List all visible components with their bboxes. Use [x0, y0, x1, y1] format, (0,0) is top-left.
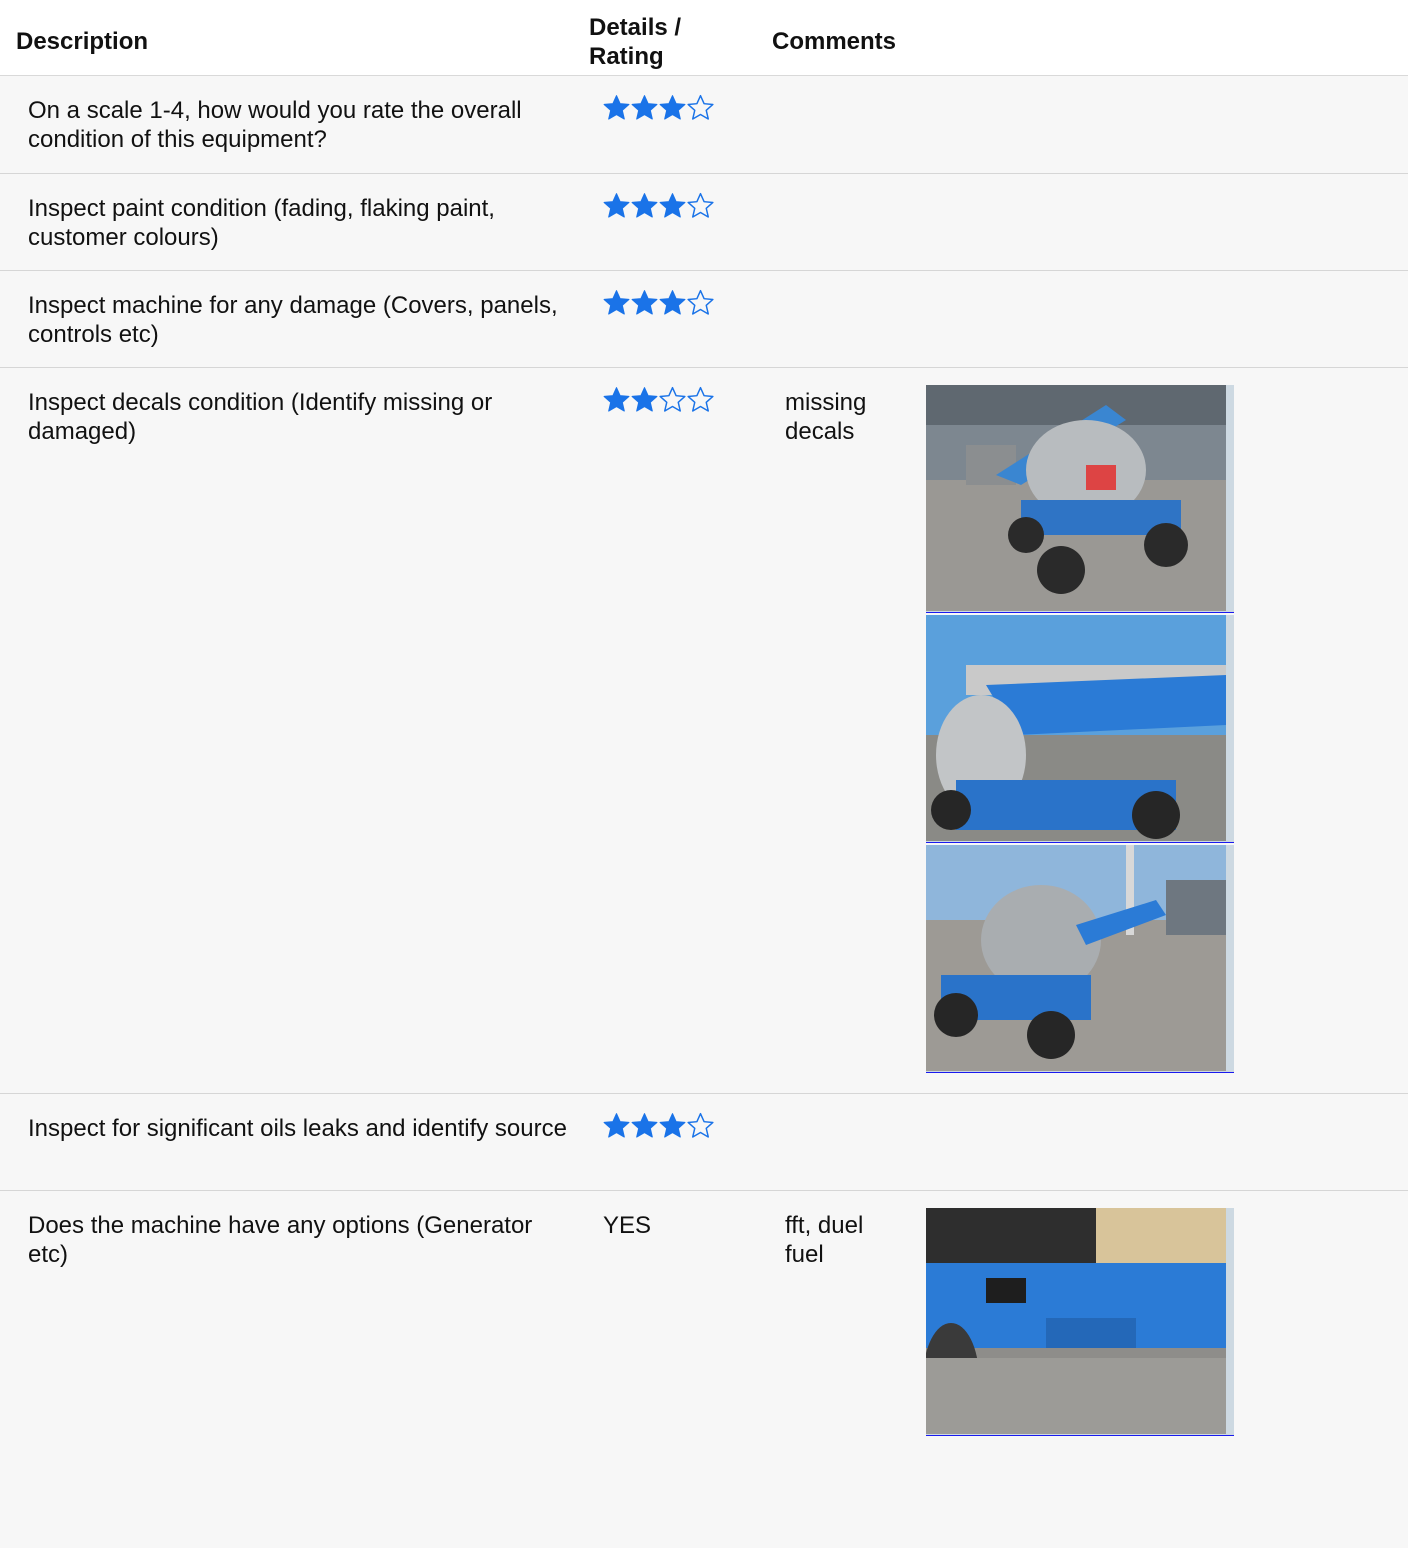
table-row: Does the machine have any options (Gener… — [0, 1191, 1408, 1548]
column-header-comments: Comments — [772, 28, 897, 55]
star-filled-icon — [659, 290, 686, 315]
photo-link[interactable] — [926, 845, 1234, 1073]
star-empty-icon — [659, 386, 686, 412]
row-description: Inspect for significant oils leaks and i… — [28, 1115, 567, 1142]
star-filled-icon — [603, 1113, 630, 1138]
star-empty-icon — [687, 192, 714, 218]
table-row: Inspect decals condition (Identify missi… — [0, 368, 1408, 1094]
star-filled-icon — [603, 95, 630, 120]
row-description: Does the machine have any options (Gener… — [28, 1212, 533, 1268]
star-rating — [603, 94, 714, 121]
star-filled-icon — [631, 1113, 658, 1138]
column-header-description: Description — [16, 28, 149, 55]
star-filled-icon — [659, 1113, 686, 1138]
star-rating — [603, 386, 714, 413]
row-value: YES — [603, 1212, 652, 1239]
table-row: Inspect paint condition (fading, flaking… — [0, 174, 1408, 271]
star-rating — [603, 289, 714, 316]
row-comment: fft, duel fuel — [785, 1212, 864, 1268]
inspection-table: Description Details / Rating Comments On… — [0, 0, 1408, 1548]
star-rating — [603, 1112, 714, 1139]
star-filled-icon — [631, 95, 658, 120]
row-description: On a scale 1-4, how would you rate the o… — [28, 97, 522, 153]
boom-lift-front-view-photo — [926, 385, 1226, 611]
table-row: Inspect machine for any damage (Covers, … — [0, 271, 1408, 368]
star-empty-icon — [687, 289, 714, 315]
row-description: Inspect decals condition (Identify missi… — [28, 389, 493, 445]
machine-underside-view-photo — [926, 1208, 1226, 1434]
star-filled-icon — [603, 290, 630, 315]
star-filled-icon — [631, 193, 658, 218]
row-comment: missing decals — [785, 389, 867, 445]
star-rating — [603, 192, 714, 219]
star-empty-icon — [687, 94, 714, 120]
photo-link[interactable] — [926, 385, 1234, 613]
table-header: Description Details / Rating Comments — [0, 0, 1408, 76]
star-filled-icon — [603, 387, 630, 412]
column-header-rating: Details / Rating — [589, 14, 682, 70]
star-filled-icon — [659, 193, 686, 218]
boom-lift-side-view-photo — [926, 615, 1226, 841]
row-description: Inspect paint condition (fading, flaking… — [28, 195, 495, 251]
star-filled-icon — [631, 387, 658, 412]
photo-gallery — [926, 385, 1236, 1075]
star-filled-icon — [603, 193, 630, 218]
photo-gallery — [926, 1208, 1236, 1438]
table-row: On a scale 1-4, how would you rate the o… — [0, 76, 1408, 174]
row-description: Inspect machine for any damage (Covers, … — [28, 292, 558, 348]
star-empty-icon — [687, 386, 714, 412]
table-row: Inspect for significant oils leaks and i… — [0, 1094, 1408, 1191]
star-empty-icon — [687, 1112, 714, 1138]
star-filled-icon — [659, 95, 686, 120]
photo-link[interactable] — [926, 1208, 1234, 1436]
star-filled-icon — [631, 290, 658, 315]
boom-lift-rear-view-photo — [926, 845, 1226, 1071]
photo-link[interactable] — [926, 615, 1234, 843]
